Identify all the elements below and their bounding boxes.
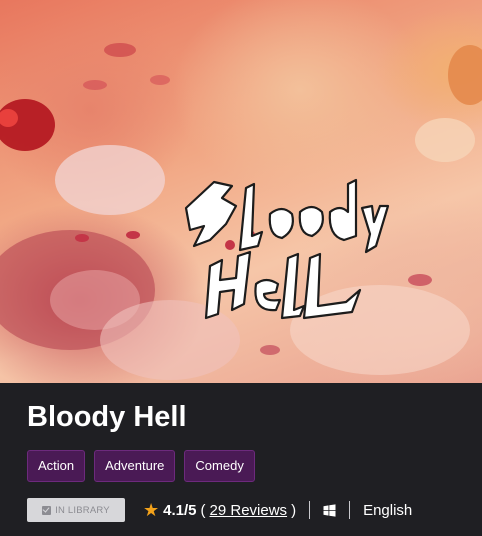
game-meta-row: IN LIBRARY ★ 4.1/5 ( 29 Reviews ) Englis… bbox=[27, 497, 412, 523]
language-label: English bbox=[363, 501, 413, 519]
reviews-link[interactable]: 29 Reviews bbox=[210, 502, 288, 519]
reviews-paren-close: ) bbox=[291, 501, 297, 519]
tag-adventure[interactable]: Adventure bbox=[94, 450, 176, 482]
in-library-label: IN LIBRARY bbox=[55, 504, 110, 516]
reviews-paren-open: ( bbox=[200, 501, 206, 519]
tag-comedy[interactable]: Comedy bbox=[184, 450, 255, 482]
rating-value: 4.1/5 bbox=[163, 501, 197, 519]
game-info-panel: Bloody Hell Action Adventure Comedy IN L… bbox=[0, 383, 482, 536]
in-library-button[interactable]: IN LIBRARY bbox=[27, 498, 125, 522]
game-cover-art[interactable] bbox=[0, 0, 482, 383]
game-card: Bloody Hell Action Adventure Comedy IN L… bbox=[0, 0, 482, 536]
divider bbox=[309, 501, 311, 519]
star-icon: ★ bbox=[143, 500, 160, 520]
game-title: Bloody Hell bbox=[27, 401, 187, 433]
cover-illustration bbox=[0, 43, 482, 380]
checkbox-icon bbox=[42, 505, 52, 515]
genre-tags: Action Adventure Comedy bbox=[27, 450, 255, 482]
game-logo bbox=[184, 178, 390, 320]
tag-action[interactable]: Action bbox=[27, 450, 86, 482]
windows-icon bbox=[323, 503, 336, 517]
divider bbox=[349, 501, 351, 519]
